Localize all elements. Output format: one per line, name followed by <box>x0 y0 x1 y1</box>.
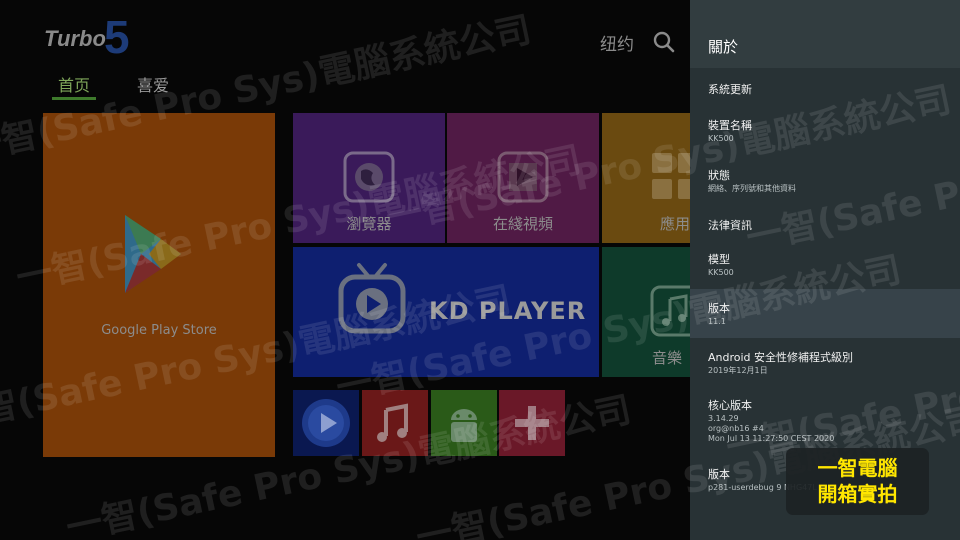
settings-item-title: 法律資訊 <box>708 219 752 232</box>
tile-apps[interactable]: 應用 <box>602 113 690 243</box>
settings-item-value: KK500 <box>708 134 734 143</box>
settings-item-value: 網絡、序列號和其他資料 <box>708 184 796 193</box>
settings-item[interactable]: 核心版本 3.14.29 org@nb16 #4 Mon Jul 13 11:27:5… <box>690 386 960 455</box>
tile-google-play[interactable]: Google Play Store <box>43 113 275 457</box>
tab-home-underline <box>52 97 96 100</box>
settings-item[interactable]: Android 安全性修補程式級別 2019年12月1日 <box>690 338 960 386</box>
settings-item[interactable]: 版本 11.1 <box>690 289 960 338</box>
settings-title: 關於 <box>708 38 739 56</box>
tile-browser-label: 瀏覽器 <box>346 215 392 233</box>
settings-item-title: 狀態 <box>708 169 730 182</box>
tab-favorites[interactable]: 喜爱 <box>137 72 169 96</box>
shortcut-android-tools[interactable] <box>431 390 497 456</box>
settings-item[interactable]: 法律資訊 <box>690 204 960 240</box>
settings-item-value: 2019年12月1日 <box>708 366 768 375</box>
settings-item-value: Mon Jul 13 11:27:50 CEST 2020 <box>708 434 835 443</box>
settings-item-value: 3.14.29 <box>708 414 739 423</box>
shortcut-music[interactable] <box>362 390 428 456</box>
weather-city[interactable]: 纽约 <box>600 30 634 55</box>
settings-item-value: 11.1 <box>708 317 726 326</box>
tile-google-play-label: Google Play Store <box>101 323 217 338</box>
tile-browser[interactable]: 瀏覽器 <box>293 113 445 243</box>
launcher-screen: Turbo 5 纽约 首页 喜爱 Google Play Store 瀏覽器 在… <box>0 0 690 540</box>
tile-online-video-label: 在綫視頻 <box>492 215 553 233</box>
settings-item-value: org@nb16 #4 <box>708 424 764 433</box>
globe-icon <box>343 151 395 203</box>
music-note-icon <box>377 403 408 442</box>
settings-item-title: Android 安全性修補程式級別 <box>708 351 854 364</box>
settings-item-title: 核心版本 <box>708 399 752 412</box>
tile-kd-player-label: KD PLAYER <box>429 297 587 325</box>
shortcut-add[interactable] <box>499 390 565 456</box>
google-play-icon <box>125 215 181 293</box>
settings-item[interactable]: 狀態網絡、序列號和其他資料 <box>690 156 960 204</box>
tile-music-label: 音樂 <box>652 349 683 367</box>
settings-item[interactable]: 裝置名稱 KK500 <box>690 106 960 156</box>
settings-item-title: 裝置名稱 <box>708 119 752 132</box>
watermark-stamp: 一智電腦 開箱實拍 <box>786 448 929 515</box>
play-icon <box>497 151 549 203</box>
play-circle-icon <box>302 399 350 447</box>
settings-item-title: 系統更新 <box>708 83 752 96</box>
settings-item[interactable]: 系統更新 <box>690 68 960 106</box>
launcher-logo: Turbo <box>44 26 106 51</box>
settings-item-title: 模型 <box>708 253 730 266</box>
settings-item-title: 版本 <box>708 302 730 315</box>
tile-online-video[interactable]: 在綫視頻 <box>447 113 599 243</box>
tile-apps-label: 應用 <box>660 215 690 233</box>
settings-item-title: 版本 <box>708 468 730 481</box>
android-icon <box>451 409 477 442</box>
stamp-line-1: 一智電腦 <box>817 456 898 480</box>
search-icon[interactable] <box>652 30 676 54</box>
plus-icon <box>515 406 549 440</box>
launcher-logo-number: 5 <box>104 11 130 63</box>
settings-header: 關於 <box>690 0 960 68</box>
tv-icon <box>338 263 406 334</box>
music-note-icon <box>650 285 690 337</box>
shortcut-player[interactable] <box>293 390 359 456</box>
tile-kd-player[interactable]: KD PLAYER <box>293 247 599 377</box>
tile-music[interactable]: 音樂 <box>602 247 690 377</box>
tab-home[interactable]: 首页 <box>58 72 90 96</box>
grid-icon <box>652 153 690 199</box>
settings-item-value: KK500 <box>708 268 734 277</box>
settings-item[interactable]: 模型 KK500 <box>690 240 960 289</box>
stamp-line-2: 開箱實拍 <box>817 482 898 506</box>
